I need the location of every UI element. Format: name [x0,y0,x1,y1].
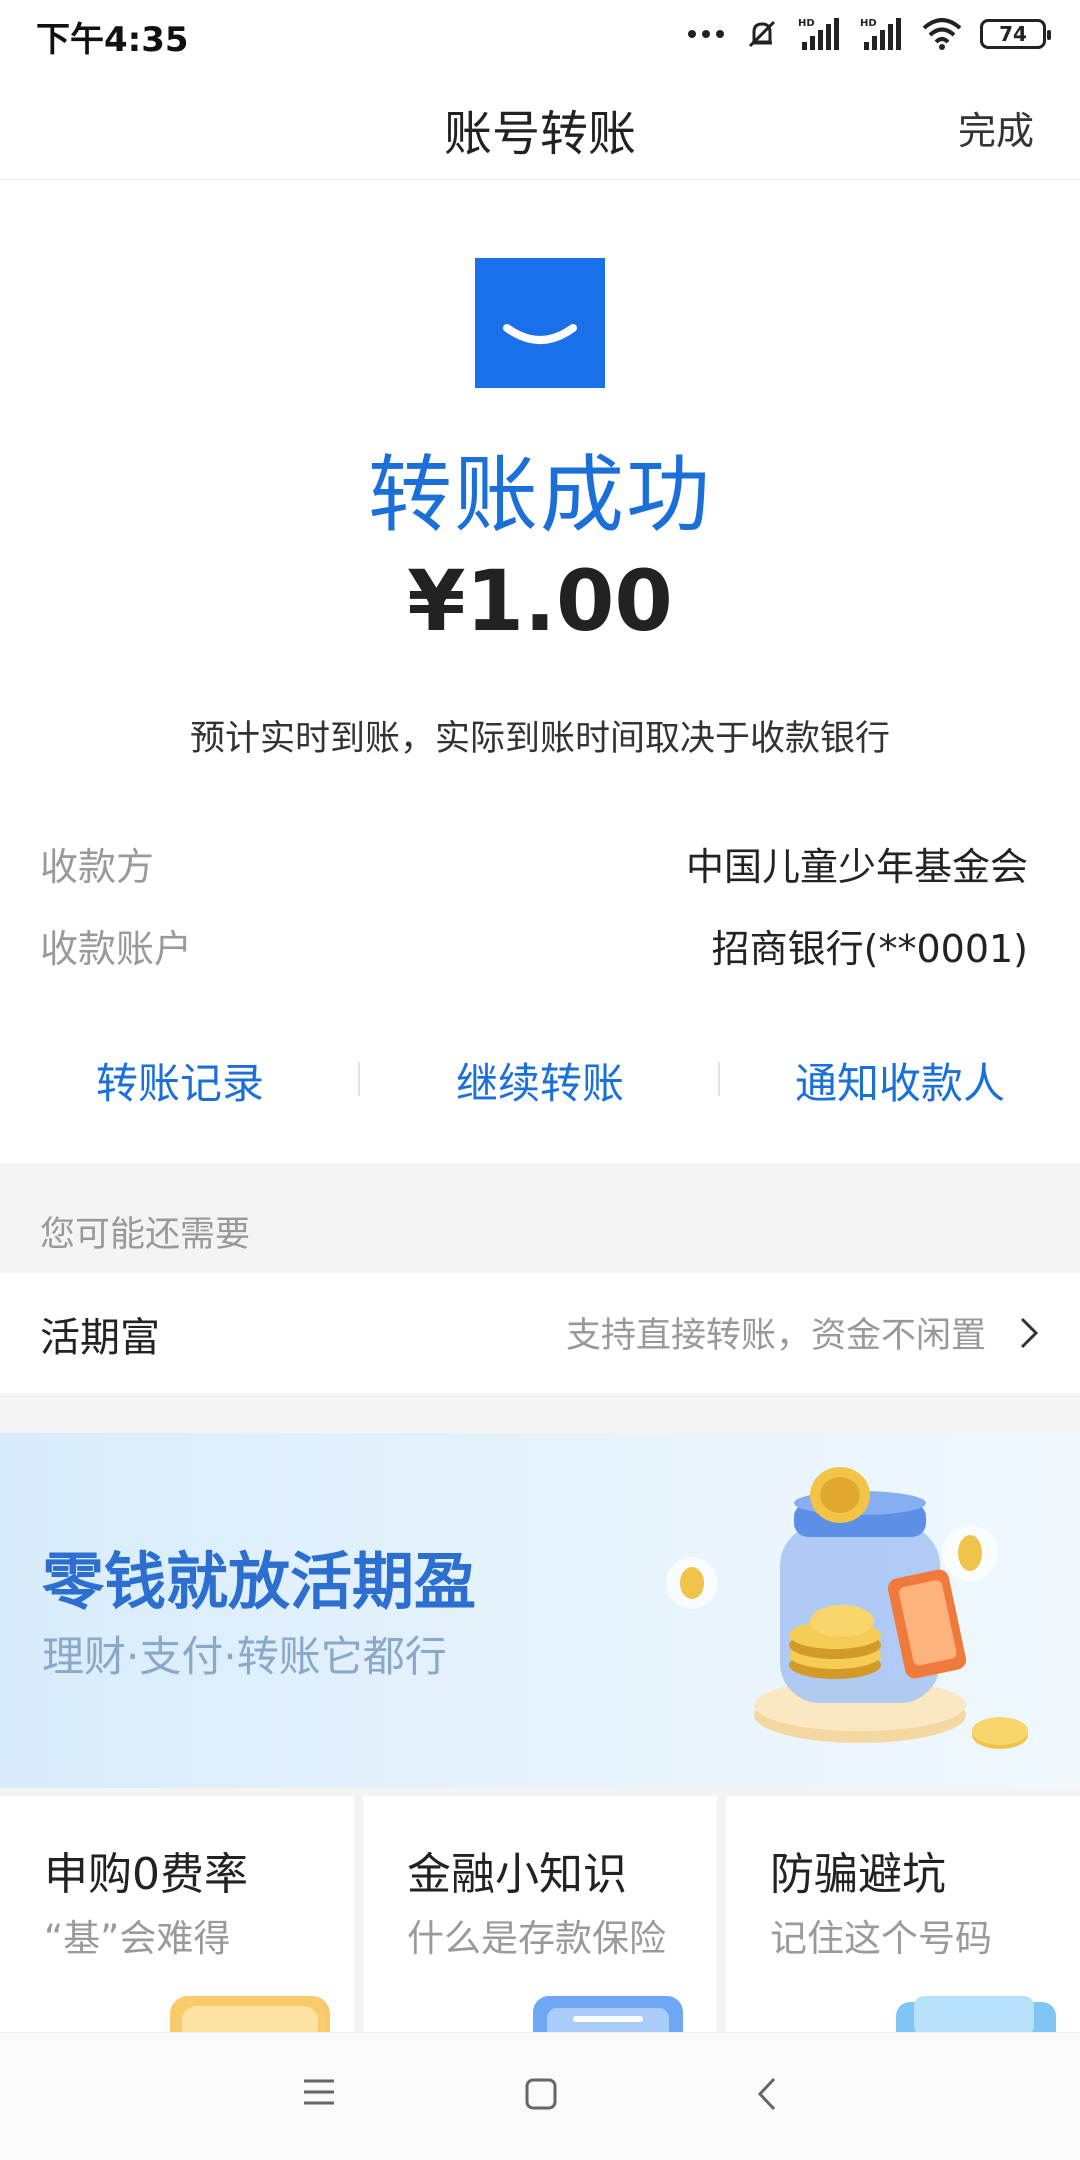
system-nav-bar [0,2032,1080,2160]
coin-jar-illustration [666,1467,1028,1749]
transfer-records-button[interactable]: 转账记录 [0,1050,360,1111]
home-icon[interactable] [524,2077,558,2115]
divider [0,1393,1080,1433]
product-desc: 支持直接转账，资金不闲置 [565,1316,986,1356]
status-icons: HD HD 74 [686,14,1051,54]
svg-text:HD: HD [860,18,877,29]
battery-level: 74 [999,22,1027,46]
card-illustration [533,1996,683,2032]
product-row[interactable]: 活期富 支持直接转账，资金不闲置 [0,1273,1080,1393]
action-bar: 转账记录 继续转账 通知收款人 [0,1050,1080,1130]
banner-subtitle: 理财·支付·转账它都行 [42,1632,447,1681]
nav-header: 账号转账 完成 [0,68,1080,180]
payee-label: 收款方 [40,845,155,889]
account-label: 收款账户 [40,927,193,971]
wifi-icon [922,18,962,50]
battery-icon: 74 [980,19,1051,49]
banner-title: 零钱就放活期盈 [42,1545,477,1618]
card-title: 金融小知识 [407,1849,627,1900]
transfer-amount: ¥1.00 [407,552,673,650]
page-title: 账号转账 [443,106,636,162]
card-illustration [170,1996,330,2032]
smile-icon [475,258,605,388]
continue-transfer-button[interactable]: 继续转账 [360,1050,720,1111]
account-value: 招商银行(**0001) [711,927,1028,971]
card-anti-fraud[interactable]: 防骗避坑 记住这个号码 [726,1796,1080,2032]
card-illustration [896,1996,1056,2032]
success-title: 转账成功 [367,446,712,544]
more-dots-icon [686,28,726,40]
account-row: 收款账户 招商银行(**0001) [40,918,1028,978]
done-button[interactable]: 完成 [958,100,1034,155]
signal-hd-icon: HD [798,16,842,52]
status-bar: 下午4:35 HD HD 74 [0,0,1080,68]
card-subtitle: 记住这个号码 [770,1917,992,1960]
card-zero-fee[interactable]: 申购0费率 “基”会难得 [0,1796,354,2032]
status-time: 下午4:35 [36,20,189,60]
product-name: 活期富 [40,1315,160,1361]
card-subtitle: “基”会难得 [44,1917,231,1960]
signal-hd-icon: HD [860,16,904,52]
back-icon[interactable] [756,2077,778,2115]
card-finance-tips[interactable]: 金融小知识 什么是存款保险 [363,1796,717,2032]
card-title: 申购0费率 [44,1849,248,1900]
payee-value: 中国儿童少年基金会 [685,845,1028,889]
notify-payee-button[interactable]: 通知收款人 [720,1050,1080,1111]
svg-text:HD: HD [798,18,815,29]
mute-icon [744,16,780,52]
arrival-note: 预计实时到账，实际到账时间取决于收款银行 [189,719,890,759]
menu-icon[interactable] [302,2077,336,2111]
card-title: 防骗避坑 [770,1849,946,1900]
chevron-right-icon [1018,1315,1040,1355]
promo-banner[interactable]: 零钱就放活期盈 理财·支付·转账它都行 [0,1433,1080,1788]
card-subtitle: 什么是存款保险 [407,1917,666,1960]
payee-row: 收款方 中国儿童少年基金会 [40,836,1028,896]
suggest-heading: 您可能还需要 [40,1215,251,1255]
